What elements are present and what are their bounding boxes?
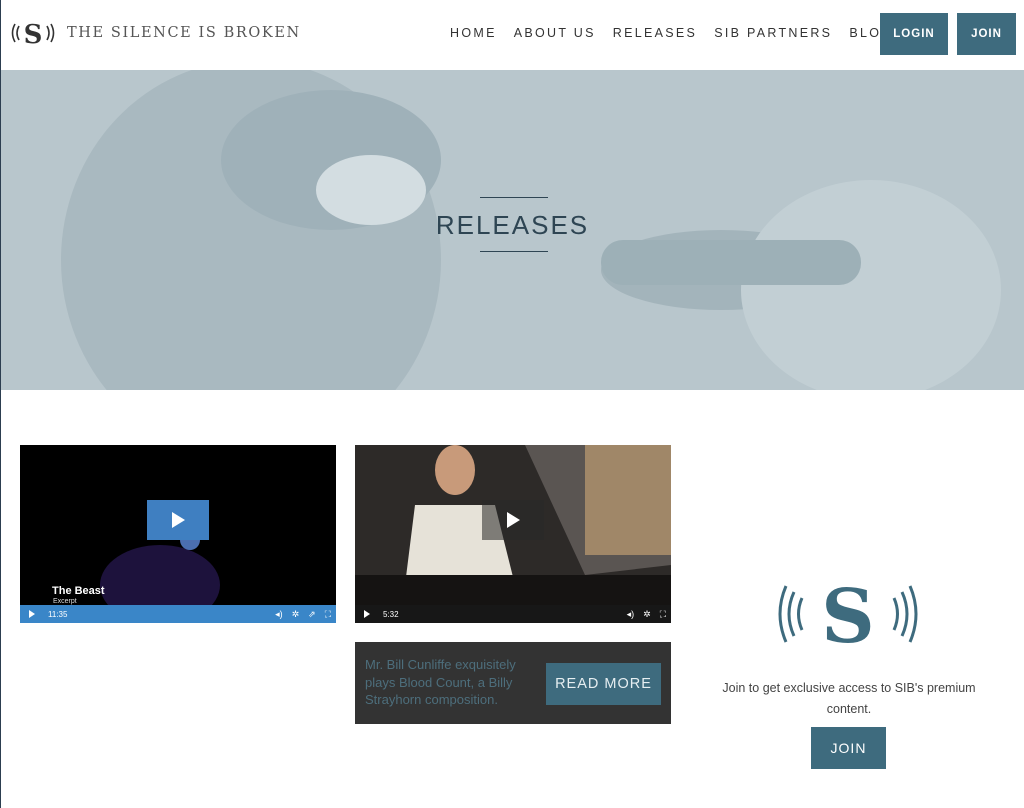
svg-text:S: S xyxy=(24,20,43,50)
play-button[interactable] xyxy=(147,500,209,540)
join-button[interactable]: JOIN xyxy=(957,13,1016,55)
video-subtitle: Excerpt xyxy=(53,598,77,605)
release-description-card: Mr. Bill Cunliffe exquisitely plays Bloo… xyxy=(355,642,671,724)
video-player-blood-count[interactable]: 5:32 ◂) ✲ ⛶ xyxy=(355,445,671,623)
settings-icon[interactable]: ✲ xyxy=(643,609,651,620)
play-icon xyxy=(171,512,185,528)
logo-text: THE SILENCE IS BROKEN xyxy=(67,25,301,41)
nav-about-us[interactable]: ABOUT US xyxy=(514,26,596,40)
volume-icon[interactable]: ◂) xyxy=(627,609,635,620)
login-button[interactable]: LOGIN xyxy=(880,13,948,55)
settings-icon[interactable]: ✲ xyxy=(292,609,300,620)
nav-home[interactable]: HOME xyxy=(450,26,497,40)
video-duration: 5:32 xyxy=(383,609,399,619)
promo-text: Join to get exclusive access to SIB's pr… xyxy=(722,681,976,716)
video-title: The Beast xyxy=(52,585,105,597)
release-description: Mr. Bill Cunliffe exquisitely plays Bloo… xyxy=(365,657,516,707)
play-button[interactable] xyxy=(482,500,544,540)
control-icons: ◂) ✲ ⛶ xyxy=(627,609,666,620)
small-play-icon[interactable] xyxy=(29,610,35,618)
promo-join-button[interactable]: JOIN xyxy=(811,727,886,769)
video-controls: 11:35 ◂) ✲ ⇗ ⛶ xyxy=(20,605,336,623)
nav-sib-partners[interactable]: SIB PARTNERS xyxy=(714,26,832,40)
control-icons: ◂) ✲ ⇗ ⛶ xyxy=(275,609,331,620)
sib-logo-icon: S xyxy=(11,20,55,50)
video-duration: 11:35 xyxy=(48,609,68,619)
volume-icon[interactable]: ◂) xyxy=(275,609,283,620)
hero-divider-top xyxy=(480,197,548,198)
fullscreen-icon[interactable]: ⛶ xyxy=(325,609,331,620)
hero-banner: RELEASES xyxy=(1,70,1024,390)
video-controls: 5:32 ◂) ✲ ⛶ xyxy=(355,605,671,623)
svg-text:S: S xyxy=(821,578,874,650)
site-header: S THE SILENCE IS BROKEN HOME ABOUT US RE… xyxy=(1,0,1024,70)
fullscreen-icon[interactable]: ⛶ xyxy=(660,609,666,620)
play-icon xyxy=(506,512,520,528)
page: S THE SILENCE IS BROKEN HOME ABOUT US RE… xyxy=(0,0,1024,808)
main-nav: HOME ABOUT US RELEASES SIB PARTNERS BLOG xyxy=(450,26,910,40)
small-play-icon[interactable] xyxy=(364,610,370,618)
sib-promo-logo-icon: S xyxy=(778,578,918,650)
site-logo[interactable]: S THE SILENCE IS BROKEN xyxy=(9,16,301,50)
video-player-the-beast[interactable]: The Beast Excerpt 11:35 ◂) ✲ ⇗ ⛶ xyxy=(20,445,336,623)
read-more-button[interactable]: READ MORE xyxy=(546,663,661,705)
page-title: RELEASES xyxy=(435,210,590,240)
hero-divider-bottom xyxy=(480,251,548,252)
nav-releases[interactable]: RELEASES xyxy=(613,26,697,40)
share-icon[interactable]: ⇗ xyxy=(308,609,316,620)
